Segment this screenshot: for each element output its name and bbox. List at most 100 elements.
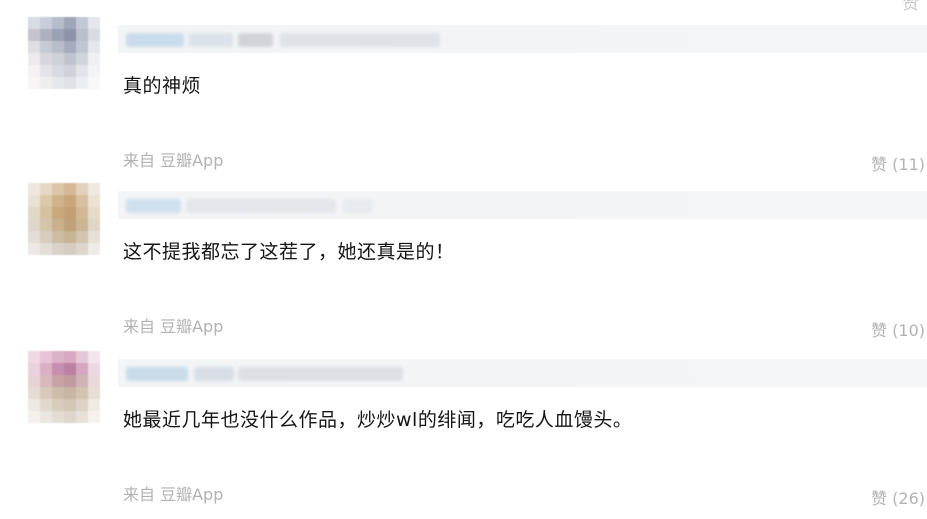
avatar-pixel: [76, 411, 88, 423]
comment-text: 这不提我都忘了这茬了，她还真是的！: [123, 241, 455, 263]
avatar-pixel: [40, 183, 52, 195]
avatar-pixel: [76, 219, 88, 231]
avatar-pixel: [52, 411, 64, 423]
avatar-pixel: [28, 399, 40, 411]
avatar-pixel: [88, 65, 100, 77]
avatar-pixel: [64, 207, 76, 219]
avatar-pixel: [64, 65, 76, 77]
avatar-pixel: [52, 29, 64, 41]
avatar-pixel: [52, 207, 64, 219]
avatar-pixel: [88, 195, 100, 207]
avatar-pixel: [28, 387, 40, 399]
avatar-pixel: [88, 53, 100, 65]
comment-item: 这不提我都忘了这茬了，她还真是的！ 来自 豆瓣App 赞 (10): [0, 183, 927, 351]
avatar-pixel: [28, 243, 40, 255]
avatar-pixel: [88, 207, 100, 219]
username-bar[interactable]: [118, 359, 927, 387]
avatar-pixel: [64, 53, 76, 65]
avatar-pixel: [76, 363, 88, 375]
avatar-pixel: [28, 17, 40, 29]
avatar-pixel: [64, 411, 76, 423]
avatar-pixel: [40, 53, 52, 65]
avatar-pixel: [28, 65, 40, 77]
comment-item: 真的神烦 来自 豆瓣App 赞 (11): [0, 17, 927, 185]
avatar-pixel: [88, 351, 100, 363]
avatar-pixel: [40, 243, 52, 255]
avatar-pixel: [28, 363, 40, 375]
avatar-pixel: [88, 183, 100, 195]
avatar-pixel: [40, 231, 52, 243]
avatar-pixel: [28, 53, 40, 65]
avatar-pixel: [76, 399, 88, 411]
avatar-pixel: [76, 29, 88, 41]
username-bar[interactable]: [118, 191, 927, 219]
avatar-pixel: [40, 77, 52, 89]
avatar-pixel: [88, 219, 100, 231]
avatar-pixel: [76, 231, 88, 243]
comment-text: 她最近几年也没什么作品，炒炒wl的绯闻，吃吃人血馒头。: [123, 409, 633, 431]
avatar-pixel: [76, 243, 88, 255]
avatar-pixel: [52, 65, 64, 77]
avatar-pixel: [76, 17, 88, 29]
avatar-pixel: [52, 219, 64, 231]
avatar-pixel: [64, 41, 76, 53]
comment-source: 来自 豆瓣App: [123, 485, 224, 504]
avatar-pixel: [40, 195, 52, 207]
comment-text: 真的神烦: [123, 75, 202, 97]
avatar-pixel: [40, 65, 52, 77]
like-count[interactable]: 赞 (26): [871, 485, 925, 509]
avatar-pixel: [28, 183, 40, 195]
avatar-pixel: [40, 17, 52, 29]
avatar-pixel: [76, 387, 88, 399]
avatar-pixel: [88, 77, 100, 89]
avatar-pixel: [28, 41, 40, 53]
avatar-pixel: [76, 65, 88, 77]
avatar-pixel: [28, 207, 40, 219]
avatar-pixel: [76, 375, 88, 387]
avatar[interactable]: [28, 17, 100, 89]
avatar-pixel: [52, 363, 64, 375]
like-count[interactable]: 赞 (10): [871, 317, 925, 341]
comment-item: 她最近几年也没什么作品，炒炒wl的绯闻，吃吃人血馒头。 来自 豆瓣App 赞 (…: [0, 351, 927, 519]
avatar-pixel: [28, 351, 40, 363]
avatar-pixel: [52, 53, 64, 65]
avatar-pixel: [28, 29, 40, 41]
avatar-pixel: [64, 351, 76, 363]
avatar-pixel: [40, 219, 52, 231]
avatar-pixel: [52, 77, 64, 89]
avatar-pixel: [28, 231, 40, 243]
avatar-pixel: [88, 363, 100, 375]
avatar-pixel: [52, 243, 64, 255]
avatar-pixel: [88, 243, 100, 255]
avatar-pixel: [28, 77, 40, 89]
avatar-pixel: [52, 387, 64, 399]
avatar-pixel: [64, 29, 76, 41]
avatar-pixel: [88, 399, 100, 411]
username-bar[interactable]: [118, 25, 927, 53]
comment-source: 来自 豆瓣App: [123, 317, 224, 336]
avatar-pixel: [64, 231, 76, 243]
avatar-pixel: [40, 387, 52, 399]
avatar[interactable]: [28, 351, 100, 423]
avatar-pixel: [64, 195, 76, 207]
avatar-pixel: [40, 207, 52, 219]
avatar-pixel: [52, 375, 64, 387]
avatar-pixel: [64, 387, 76, 399]
avatar-pixel: [76, 41, 88, 53]
avatar[interactable]: [28, 183, 100, 255]
avatar-pixel: [40, 375, 52, 387]
avatar-pixel: [40, 41, 52, 53]
avatar-pixel: [52, 399, 64, 411]
avatar-pixel: [88, 17, 100, 29]
avatar-pixel: [88, 231, 100, 243]
avatar-pixel: [76, 183, 88, 195]
comment-source: 来自 豆瓣App: [123, 151, 224, 170]
avatar-pixel: [40, 351, 52, 363]
avatar-pixel: [40, 411, 52, 423]
like-count[interactable]: 赞 (11): [871, 151, 925, 175]
avatar-pixel: [88, 41, 100, 53]
avatar-pixel: [64, 399, 76, 411]
avatar-pixel: [64, 17, 76, 29]
avatar-pixel: [64, 363, 76, 375]
avatar-pixel: [88, 411, 100, 423]
